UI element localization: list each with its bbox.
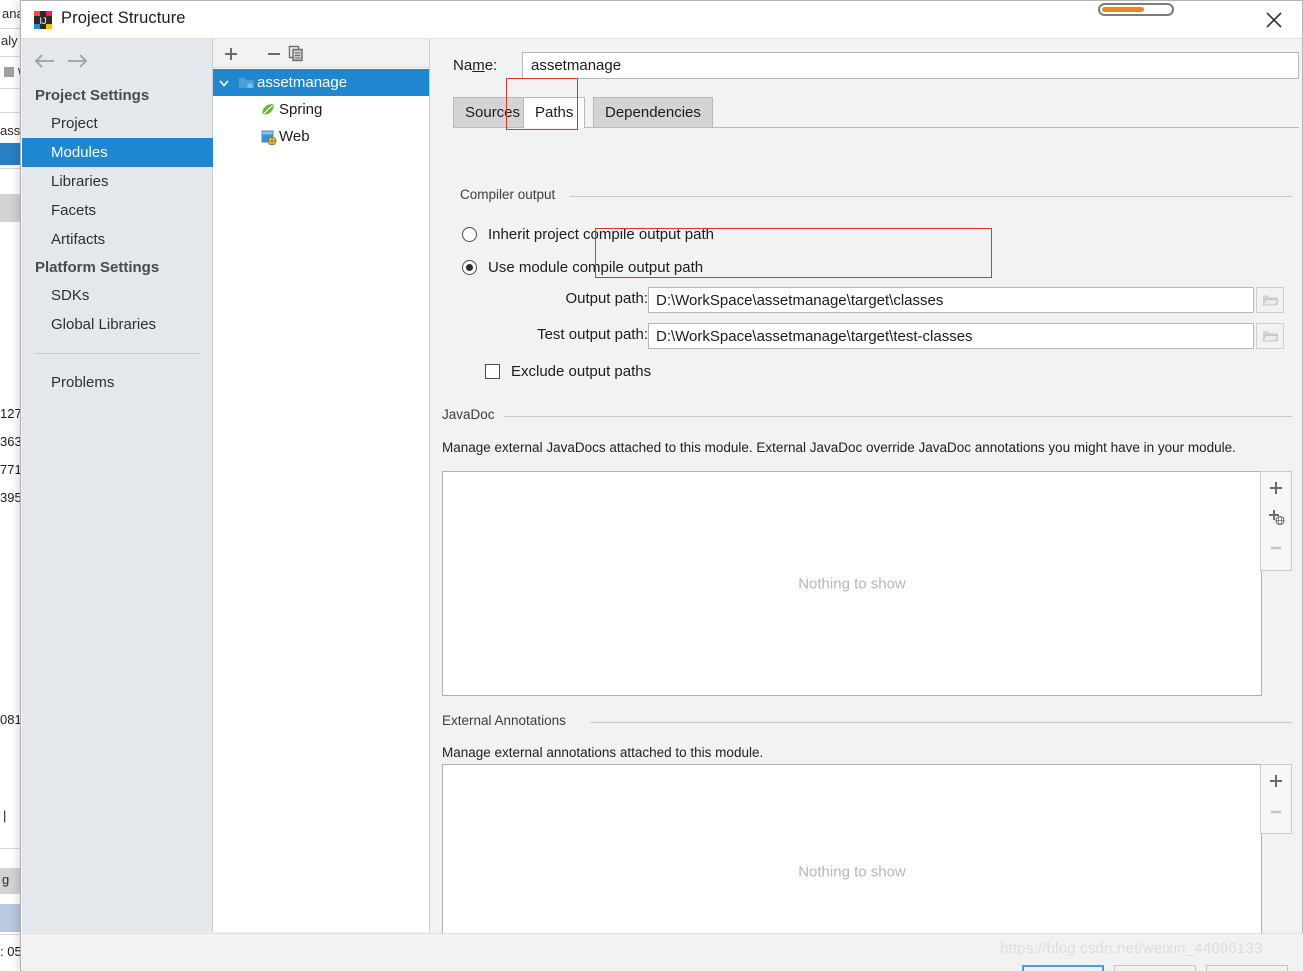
plus-globe-icon[interactable] [1261,503,1291,531]
inherit-output-radio-row[interactable]: Inherit project compile output path [462,226,714,243]
compiler-output-group-label: Compiler output [460,187,563,202]
module-name-label: Name: [453,57,498,74]
sidebar-item-artifacts[interactable]: Artifacts [22,225,213,254]
module-folder-icon [235,75,257,91]
minus-icon[interactable] [262,42,286,66]
module-output-label: Use module compile output path [488,259,704,276]
inherit-output-radio[interactable] [462,227,477,242]
screen: ana aly w ass 127 363 771 395 081 | g : … [0,0,1303,971]
sidebar-item-global-libraries[interactable]: Global Libraries [22,310,213,339]
inherit-output-label: Inherit project compile output path [488,226,714,243]
test-output-path-label: Test output path: [537,326,648,343]
plus-icon[interactable] [1261,767,1291,795]
exclude-output-paths-label: Exclude output paths [511,363,652,380]
test-output-path-input[interactable] [648,323,1254,349]
cancel-button[interactable] [1114,965,1196,971]
tree-node-web[interactable]: Web [213,123,429,150]
tree-node-assetmanage[interactable]: assetmanage [213,69,429,96]
sidebar-item-problems[interactable]: Problems [22,368,213,397]
external-annotations-group-label: External Annotations [442,713,573,728]
module-output-radio-row[interactable]: Use module compile output path [462,259,703,276]
folder-browse-icon[interactable] [1256,287,1284,313]
external-annotations-description: Manage external annotations attached to … [442,745,764,760]
web-facet-icon [257,129,279,145]
module-tree-toolbar [213,39,429,68]
output-path-row: Output path: [440,287,1292,313]
progress-pill [1098,3,1174,16]
apply-button[interactable] [1206,965,1288,971]
sidebar-item-modules[interactable]: Modules [22,138,213,167]
intellij-idea-icon: IJ [33,10,53,30]
project-structure-dialog: IJ Project Structure Project Settings Pr… [20,0,1303,971]
module-settings-content: Name: Sources Paths Dependencies Compile… [430,39,1302,971]
javadoc-empty-text: Nothing to show [798,575,906,592]
svg-text:IJ: IJ [39,16,46,26]
tab-dependencies[interactable]: Dependencies [593,97,713,127]
tree-node-label: Spring [279,101,323,118]
module-output-radio[interactable] [462,260,477,275]
group-rule [570,196,1292,197]
spring-leaf-icon [257,102,279,118]
module-name-input[interactable] [522,52,1299,79]
exclude-output-paths-checkbox[interactable] [485,364,500,379]
group-rule [590,722,1292,723]
minus-icon[interactable] [1261,534,1291,562]
sidebar-item-sdks[interactable]: SDKs [22,281,213,310]
javadoc-group-label: JavaDoc [442,407,502,422]
module-name-row: Name: [453,52,1299,80]
plus-icon[interactable] [1261,474,1291,502]
external-annotations-list-toolbar [1260,764,1292,834]
close-icon[interactable] [1254,5,1294,35]
chevron-down-icon[interactable] [213,77,235,89]
javadoc-list-toolbar [1260,471,1292,571]
folder-browse-icon[interactable] [1256,323,1284,349]
ok-button[interactable] [1022,965,1104,971]
javadoc-list[interactable]: Nothing to show [442,471,1262,696]
watermark: https://blog.csdn.net/weixin_44096133 [1000,940,1263,957]
tab-paths[interactable]: Paths [523,97,586,128]
javadoc-description: Manage external JavaDocs attached to thi… [442,440,1236,455]
exclude-output-paths-row[interactable]: Exclude output paths [485,363,651,380]
dialog-title: Project Structure [61,9,186,27]
external-annotations-empty-text: Nothing to show [798,863,906,880]
tree-node-label: assetmanage [257,74,348,91]
tree-node-spring[interactable]: Spring [213,96,429,123]
minus-icon[interactable] [1261,798,1291,826]
tree-node-label: Web [279,128,310,145]
module-tabs: Sources Paths Dependencies [453,97,1299,128]
plus-icon[interactable] [219,42,243,66]
copy-icon[interactable] [284,42,308,66]
sidebar-item-facets[interactable]: Facets [22,196,213,225]
sidebar-item-libraries[interactable]: Libraries [22,167,213,196]
output-path-input[interactable] [648,287,1254,313]
sidebar-group-platform-settings: Platform Settings [35,259,160,276]
settings-sidebar: Project Settings Project Modules Librari… [22,39,213,932]
test-output-path-row: Test output path: [440,323,1292,349]
module-tree-pane: assetmanage Spring Web [213,39,430,932]
sidebar-item-project[interactable]: Project [22,109,213,138]
paths-panel: Compiler output Inherit project compile … [440,131,1292,971]
output-path-label: Output path: [565,290,648,307]
tab-sources[interactable]: Sources [453,97,533,127]
group-rule [504,416,1292,417]
sidebar-divider [35,353,200,354]
arrow-left-icon[interactable] [32,49,58,73]
arrow-right-icon[interactable] [64,49,90,73]
sidebar-group-project-settings: Project Settings [35,87,150,104]
navigation-arrows [32,47,112,75]
dialog-titlebar: IJ Project Structure [21,1,1302,39]
